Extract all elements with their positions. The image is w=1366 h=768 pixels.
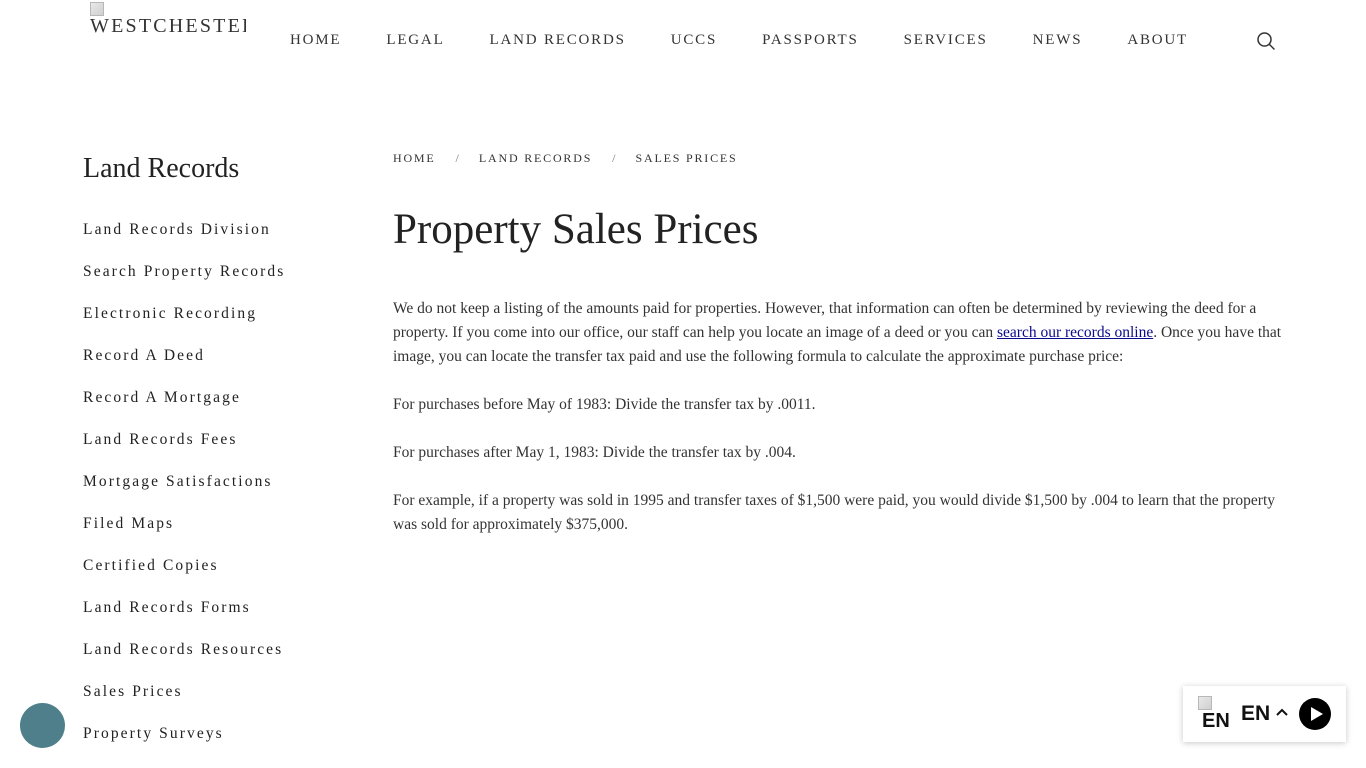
nav-home[interactable]: HOME xyxy=(290,31,341,49)
logo-text: WESTCHESTER COUNTY xyxy=(90,15,246,37)
nav-passports[interactable]: PASSPORTS xyxy=(762,31,858,49)
search-records-online-link[interactable]: search our records online xyxy=(997,324,1153,341)
sidebar-item-search-property-records[interactable]: Search Property Records xyxy=(83,263,285,280)
sidebar-item-land-records-division[interactable]: Land Records Division xyxy=(83,221,271,238)
breadcrumb: HOME / LAND RECORDS / SALES PRICES xyxy=(393,151,737,166)
sidebar-item-land-records-resources[interactable]: Land Records Resources xyxy=(83,641,283,658)
search-button[interactable] xyxy=(1256,31,1276,51)
language-flag: EN xyxy=(1198,696,1230,732)
sidebar-item: Electronic Recording xyxy=(83,304,285,346)
sidebar-item: Record A Deed xyxy=(83,346,285,388)
sidebar-item-electronic-recording[interactable]: Electronic Recording xyxy=(83,305,257,322)
flag-alt-text: EN xyxy=(1202,710,1230,732)
play-icon[interactable] xyxy=(1299,698,1331,730)
nav-news[interactable]: NEWS xyxy=(1033,31,1083,49)
language-selector[interactable]: EN xyxy=(1241,702,1270,726)
sidebar-item: Sales Prices xyxy=(83,682,285,724)
sidebar-item: Search Property Records xyxy=(83,262,285,304)
site-logo[interactable]: WESTCHESTER COUNTY xyxy=(90,2,246,82)
sidebar-item-property-surveys[interactable]: Property Surveys xyxy=(83,725,224,742)
sidebar-title: Land Records xyxy=(83,153,240,184)
sidebar-item-filed-maps[interactable]: Filed Maps xyxy=(83,515,174,532)
sidebar-item: Certified Copies xyxy=(83,556,285,598)
sidebar-item-mortgage-satisfactions[interactable]: Mortgage Satisfactions xyxy=(83,473,273,490)
sidebar-item-sales-prices[interactable]: Sales Prices xyxy=(83,683,183,700)
nav-services[interactable]: SERVICES xyxy=(904,31,988,49)
formula-before-1983: For purchases before May of 1983: Divide… xyxy=(393,396,816,413)
main-content: We do not keep a listing of the amounts … xyxy=(393,297,1283,561)
example-paragraph: For example, if a property was sold in 1… xyxy=(393,492,1276,533)
breadcrumb-home[interactable]: HOME xyxy=(393,151,436,166)
breadcrumb-separator: / xyxy=(455,151,459,165)
breadcrumb-land-records[interactable]: LAND RECORDS xyxy=(479,151,592,166)
formula-after-1983: For purchases after May 1, 1983: Divide … xyxy=(393,444,796,461)
sidebar-item-record-a-mortgage[interactable]: Record A Mortgage xyxy=(83,389,241,406)
nav-uccs[interactable]: UCCS xyxy=(671,31,717,49)
sidebar-item: Mortgage Satisfactions xyxy=(83,472,285,514)
chat-bubble-icon[interactable] xyxy=(20,703,65,748)
sidebar-item: Property Surveys xyxy=(83,724,285,766)
sidebar-item-record-a-deed[interactable]: Record A Deed xyxy=(83,347,205,364)
nav-land-records[interactable]: LAND RECORDS xyxy=(490,31,626,49)
sidebar-nav: Land Records Division Search Property Re… xyxy=(83,220,285,766)
language-widget: EN EN xyxy=(1183,686,1346,742)
chevron-up-icon[interactable] xyxy=(1275,706,1289,718)
search-icon xyxy=(1257,32,1275,50)
intro-paragraph: We do not keep a listing of the amounts … xyxy=(393,297,1283,369)
nav-about[interactable]: ABOUT xyxy=(1127,31,1188,49)
sidebar-item-land-records-fees[interactable]: Land Records Fees xyxy=(83,431,238,448)
sidebar-item-land-records-forms[interactable]: Land Records Forms xyxy=(83,599,251,616)
sidebar-item: Land Records Division xyxy=(83,220,285,262)
sidebar-item: Land Records Resources xyxy=(83,640,285,682)
sidebar-item: Land Records Forms xyxy=(83,598,285,640)
sidebar-item: Land Records Fees xyxy=(83,430,285,472)
breadcrumb-current: SALES PRICES xyxy=(635,151,738,165)
page-title: Property Sales Prices xyxy=(393,206,759,253)
sidebar-item: Record A Mortgage xyxy=(83,388,285,430)
broken-image-icon xyxy=(1198,696,1212,710)
sidebar-item: Filed Maps xyxy=(83,514,285,556)
broken-image-icon xyxy=(90,2,104,16)
sidebar-item-certified-copies[interactable]: Certified Copies xyxy=(83,557,219,574)
breadcrumb-separator: / xyxy=(612,151,616,165)
main-nav: HOME LEGAL LAND RECORDS UCCS PASSPORTS S… xyxy=(290,31,1233,49)
nav-legal[interactable]: LEGAL xyxy=(386,31,444,49)
